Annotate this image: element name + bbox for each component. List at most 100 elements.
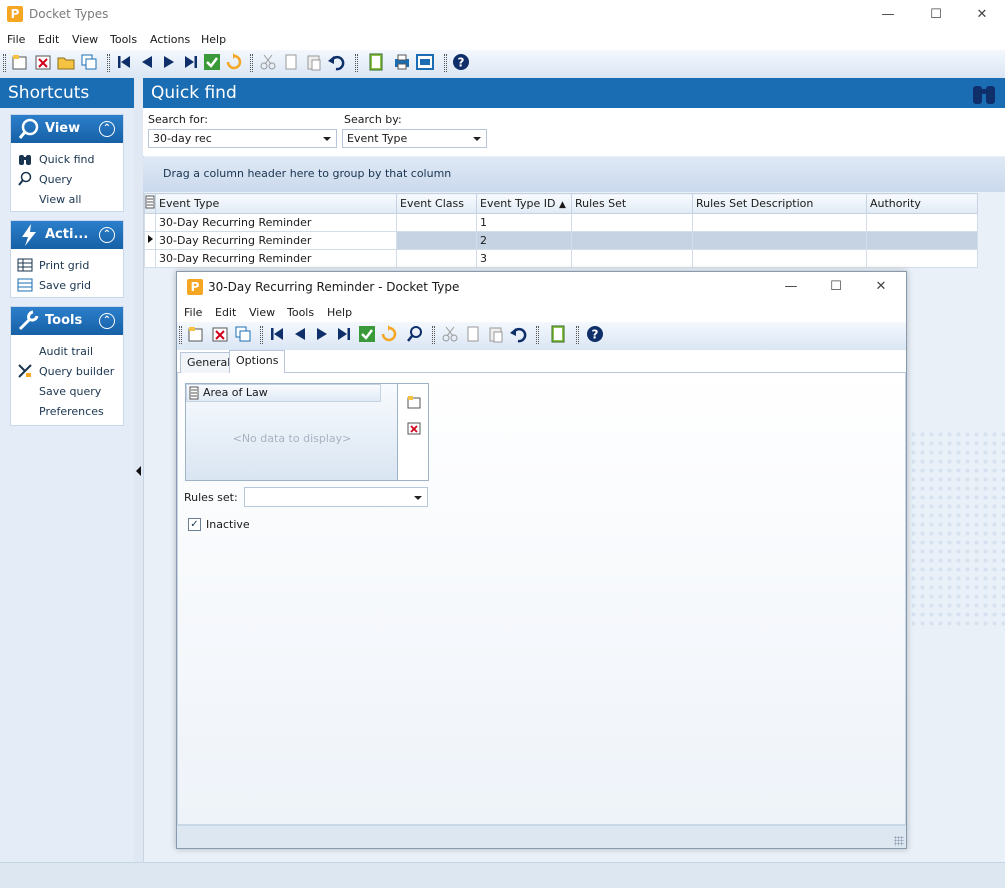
help-icon[interactable]: ? — [451, 52, 471, 72]
rules-set-combo[interactable] — [244, 487, 428, 507]
cell-rules-set-description[interactable] — [692, 249, 867, 268]
menu-tools[interactable]: Tools — [110, 33, 137, 46]
collapse-chevron-icon[interactable]: ⌃ — [99, 313, 115, 329]
dialog-maximize-button[interactable]: ☐ — [818, 276, 854, 298]
print-preview-icon[interactable] — [415, 52, 435, 72]
copy-icon[interactable] — [463, 324, 483, 344]
copy-record-icon[interactable] — [233, 324, 253, 344]
menu-file[interactable]: File — [7, 33, 25, 46]
undo-icon[interactable] — [326, 52, 346, 72]
column-area-of-law[interactable]: Area of Law — [186, 384, 381, 402]
shortcut-audit-trail[interactable]: Audit trail — [39, 345, 93, 358]
cell-rules-set[interactable] — [571, 213, 693, 232]
group-by-panel[interactable]: Drag a column header here to group by th… — [143, 157, 1005, 192]
dialog-close-button[interactable]: ✕ — [863, 276, 899, 298]
previous-record-icon[interactable] — [137, 52, 157, 72]
find-icon[interactable] — [405, 324, 425, 344]
column-rules-set[interactable]: Rules Set — [571, 193, 693, 214]
shortcut-view-all[interactable]: View all — [39, 193, 81, 206]
menu-help[interactable]: Help — [201, 33, 226, 46]
column-event-type-id[interactable]: Event Type ID ▲ — [476, 193, 572, 214]
menu-view[interactable]: View — [72, 33, 98, 46]
shortcut-save-query[interactable]: Save query — [39, 385, 101, 398]
first-record-icon[interactable] — [114, 52, 134, 72]
column-chooser[interactable] — [144, 193, 156, 214]
column-event-type[interactable]: Event Type — [155, 193, 397, 214]
cell-authority[interactable] — [866, 249, 978, 268]
shortcut-query[interactable]: Query — [39, 173, 72, 186]
first-record-icon[interactable] — [267, 324, 287, 344]
cut-icon[interactable] — [440, 324, 460, 344]
inactive-checkbox[interactable]: ✓ — [188, 518, 201, 531]
table-row[interactable]: 30-Day Recurring Reminder 1 — [144, 213, 978, 232]
help-icon[interactable]: ? — [585, 324, 605, 344]
shortcut-print-grid[interactable]: Print grid — [39, 259, 89, 272]
last-record-icon[interactable] — [181, 52, 201, 72]
table-row[interactable]: 30-Day Recurring Reminder 3 — [144, 249, 978, 268]
save-check-icon[interactable] — [357, 324, 377, 344]
tools-panel-header[interactable]: Tools ⌃ — [11, 307, 123, 335]
cell-event-class[interactable] — [396, 249, 477, 268]
shortcut-query-builder[interactable]: Query builder — [39, 365, 114, 378]
previous-record-icon[interactable] — [290, 324, 310, 344]
column-event-class[interactable]: Event Class — [396, 193, 477, 214]
close-button[interactable]: ✕ — [964, 4, 1000, 26]
cell-event-type-id[interactable]: 2 — [476, 231, 572, 250]
cut-icon[interactable] — [258, 52, 278, 72]
cell-event-class[interactable] — [396, 231, 477, 250]
paste-icon[interactable] — [486, 324, 506, 344]
cell-rules-set-description[interactable] — [692, 231, 867, 250]
collapse-arrow-icon[interactable] — [136, 466, 141, 476]
column-chooser-icon[interactable] — [189, 386, 199, 400]
new-icon[interactable] — [10, 52, 30, 72]
cell-authority[interactable] — [866, 231, 978, 250]
area-of-law-list[interactable]: Area of Law <No data to display> — [186, 384, 398, 480]
open-folder-icon[interactable] — [56, 52, 76, 72]
cell-event-type-id[interactable]: 1 — [476, 213, 572, 232]
menu-edit[interactable]: Edit — [38, 33, 59, 46]
search-for-combo[interactable]: 30-day rec — [148, 129, 337, 148]
copy-record-icon[interactable] — [79, 52, 99, 72]
copy-icon[interactable] — [281, 52, 301, 72]
cell-event-class[interactable] — [396, 213, 477, 232]
maximize-button[interactable]: ☐ — [918, 4, 954, 26]
cell-event-type-id[interactable]: 3 — [476, 249, 572, 268]
dialog-menu-view[interactable]: View — [249, 306, 275, 319]
delete-icon[interactable] — [33, 52, 53, 72]
column-rules-set-description[interactable]: Rules Set Description — [692, 193, 867, 214]
next-record-icon[interactable] — [159, 52, 179, 72]
search-by-combo[interactable]: Event Type — [342, 129, 487, 148]
cell-rules-set[interactable] — [571, 249, 693, 268]
dialog-menu-help[interactable]: Help — [327, 306, 352, 319]
last-record-icon[interactable] — [334, 324, 354, 344]
print-icon[interactable] — [392, 52, 412, 72]
dialog-menu-file[interactable]: File — [184, 306, 202, 319]
notebook-icon[interactable] — [366, 52, 386, 72]
shortcut-save-grid[interactable]: Save grid — [39, 279, 91, 292]
delete-icon[interactable] — [210, 324, 230, 344]
resize-grip[interactable] — [894, 836, 904, 846]
next-record-icon[interactable] — [312, 324, 332, 344]
cell-authority[interactable] — [866, 213, 978, 232]
menu-actions[interactable]: Actions — [150, 33, 190, 46]
view-panel-header[interactable]: View ⌃ — [11, 115, 123, 143]
cell-event-type[interactable]: 30-Day Recurring Reminder — [155, 231, 397, 250]
remove-area-icon[interactable] — [406, 420, 422, 436]
table-row[interactable]: 30-Day Recurring Reminder 2 — [144, 231, 978, 250]
undo-icon[interactable] — [508, 324, 528, 344]
dialog-minimize-button[interactable]: — — [773, 276, 809, 298]
new-icon[interactable] — [186, 324, 206, 344]
shortcut-preferences[interactable]: Preferences — [39, 405, 104, 418]
column-authority[interactable]: Authority — [866, 193, 978, 214]
add-area-icon[interactable] — [406, 394, 422, 410]
shortcut-quick-find[interactable]: Quick find — [39, 153, 94, 166]
minimize-button[interactable]: — — [870, 4, 906, 26]
cell-event-type[interactable]: 30-Day Recurring Reminder — [155, 249, 397, 268]
save-check-icon[interactable] — [202, 52, 222, 72]
cell-event-type[interactable]: 30-Day Recurring Reminder — [155, 213, 397, 232]
dialog-menu-edit[interactable]: Edit — [215, 306, 236, 319]
cell-rules-set-description[interactable] — [692, 213, 867, 232]
tab-options[interactable]: Options — [229, 350, 286, 374]
notebook-icon[interactable] — [548, 324, 568, 344]
refresh-icon[interactable] — [379, 324, 399, 344]
